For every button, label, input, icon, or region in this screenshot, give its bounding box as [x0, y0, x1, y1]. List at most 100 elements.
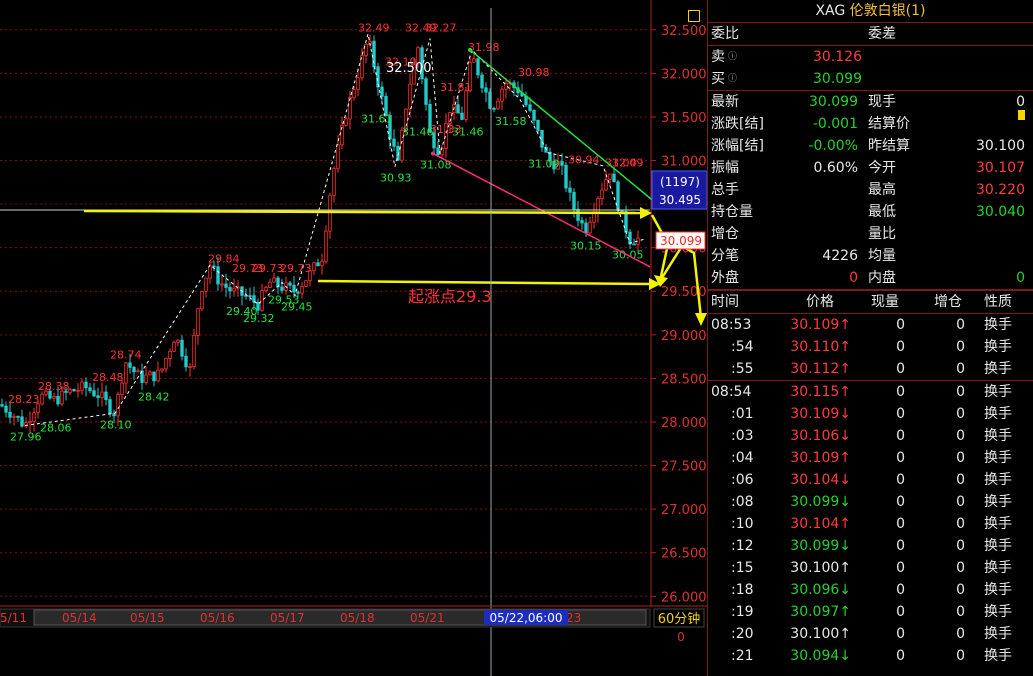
tick-volume: 0 [896, 626, 905, 642]
candle-body [292, 284, 296, 293]
candle-body [568, 187, 572, 193]
tick-nature: 换手 [984, 516, 1012, 532]
ticks-header: 时间 价格 现量 增仓 性质 [708, 290, 1033, 314]
tick-price: 30.110↑ [790, 339, 851, 355]
tick-time: :03 [731, 428, 754, 444]
candle-body [216, 266, 220, 285]
candle-body [608, 173, 612, 180]
tick-row[interactable]: :54 30.110↑ 0 0 换手 [708, 336, 1033, 358]
candle-body [108, 399, 112, 415]
candle-body [596, 198, 600, 213]
tick-row[interactable]: :15 30.100↑ 0 0 换手 [708, 557, 1033, 579]
tick-nature: 换手 [984, 560, 1012, 576]
candle-body [148, 371, 152, 376]
stat-row: 涨跌[结] -0.001 结算价 [708, 113, 1033, 135]
tick-oi: 0 [956, 317, 965, 333]
candle-body [52, 395, 56, 399]
candle-body [84, 381, 88, 389]
tick-row[interactable]: :20 30.100↑ 0 0 换手 [708, 623, 1033, 645]
bottom-axis-value: 0 [677, 630, 685, 644]
sell-price: 30.126 [813, 49, 862, 65]
tick-row[interactable]: :10 30.104↑ 0 0 换手 [708, 513, 1033, 535]
candle-body [356, 77, 360, 91]
tick-row[interactable]: :19 30.097↑ 0 0 换手 [708, 601, 1033, 623]
trough-label: 28.06 [40, 422, 72, 435]
tick-price: 30.112↑ [790, 361, 851, 377]
candle-body [472, 58, 476, 63]
trough-label: 31.46 [452, 125, 484, 138]
tick-row[interactable]: :06 30.104↓ 0 0 换手 [708, 469, 1033, 491]
tick-price: 30.115↑ [790, 384, 851, 400]
tick-row[interactable]: :08 30.099↓ 0 0 换手 [708, 491, 1033, 513]
ticks-list[interactable]: 08:53 30.109↑ 0 0 换手:54 30.110↑ 0 0 换手 :55 30.112↑… [708, 314, 1033, 667]
peak-label: 30.94 [568, 153, 600, 166]
stat-label: 最高 [868, 182, 896, 198]
tick-time: :55 [731, 361, 754, 377]
timeframe-label: 60分钟 [658, 611, 701, 627]
tick-volume: 0 [896, 560, 905, 576]
tick-volume: 0 [896, 472, 905, 488]
stat-row: 外盘 0 内盘 0 [708, 267, 1033, 290]
tick-volume: 0 [896, 450, 905, 466]
tick-time: :10 [731, 516, 754, 532]
y-tick-label: 27.000 [661, 503, 707, 518]
candle-body [316, 262, 320, 267]
tick-time: :19 [731, 604, 754, 620]
tick-oi: 0 [956, 560, 965, 576]
candlestick-chart[interactable]: 32.50032.00031.50031.00030.50030.00029.5… [0, 0, 707, 676]
candle-body [260, 290, 264, 311]
candle-body [344, 118, 348, 126]
candle-body [612, 173, 616, 183]
tick-row[interactable]: :12 30.099↓ 0 0 换手 [708, 535, 1033, 557]
settings-square-icon[interactable] [688, 10, 700, 22]
tick-time: :01 [731, 406, 754, 422]
tick-row[interactable]: :18 30.096↓ 0 0 换手 [708, 579, 1033, 601]
tick-volume: 0 [896, 494, 905, 510]
candle-body [196, 308, 200, 336]
stat-row: 振幅 0.60% 今开 30.107 [708, 157, 1033, 179]
tick-row[interactable]: 08:54 30.115↑ 0 0 换手 [708, 381, 1033, 403]
col-price: 价格 [806, 294, 834, 310]
tick-time: :18 [731, 582, 754, 598]
instrument-title: XAG 伦敦白银(1) [708, 0, 1033, 23]
tick-volume: 0 [896, 648, 905, 664]
y-tick-label: 32.500 [661, 24, 707, 39]
x-tick-label: 05/14 [62, 611, 97, 625]
tick-row[interactable]: :01 30.109↓ 0 0 换手 [708, 403, 1033, 425]
candle-body [600, 189, 604, 200]
tick-row[interactable]: 08:53 30.109↑ 0 0 换手 [708, 314, 1033, 336]
tick-price: 30.100↑ [790, 560, 851, 576]
candle-body [4, 405, 8, 413]
tick-nature: 换手 [984, 428, 1012, 444]
candle-body [220, 283, 224, 286]
candle-body [392, 138, 396, 147]
candle-body [476, 58, 480, 76]
sell-info-icon: ⓘ [728, 52, 738, 62]
stat-label: 持仓量 [711, 204, 753, 220]
tick-oi: 0 [956, 494, 965, 510]
tick-oi: 0 [956, 428, 965, 444]
candle-body [88, 387, 92, 392]
candle-body [100, 391, 104, 399]
expand-handle-icon[interactable] [1018, 110, 1025, 120]
tick-oi: 0 [956, 384, 965, 400]
x-tick-label: 05/17 [270, 611, 305, 625]
tick-row[interactable]: :03 30.106↓ 0 0 换手 [708, 425, 1033, 447]
tick-time: :21 [731, 648, 754, 664]
tick-row[interactable]: :21 30.094↓ 0 0 换手 [708, 645, 1033, 667]
candle-body [380, 86, 384, 97]
tick-price: 30.109↓ [790, 406, 851, 422]
candle-body [464, 90, 468, 120]
stat-label: 涨跌[结] [711, 116, 764, 132]
stat-label: 分笔 [711, 248, 739, 264]
candle-body [104, 391, 108, 400]
stat-value: 4226 [822, 248, 858, 264]
candle-body [200, 291, 204, 310]
instrument-name: 伦敦白银(1) [849, 3, 926, 19]
tick-nature: 换手 [984, 582, 1012, 598]
tick-price: 30.094↓ [790, 648, 851, 664]
tick-row[interactable]: :55 30.112↑ 0 0 换手 [708, 358, 1033, 381]
candle-body [208, 265, 212, 279]
candle-body [480, 74, 484, 89]
tick-row[interactable]: :04 30.109↑ 0 0 换手 [708, 447, 1033, 469]
